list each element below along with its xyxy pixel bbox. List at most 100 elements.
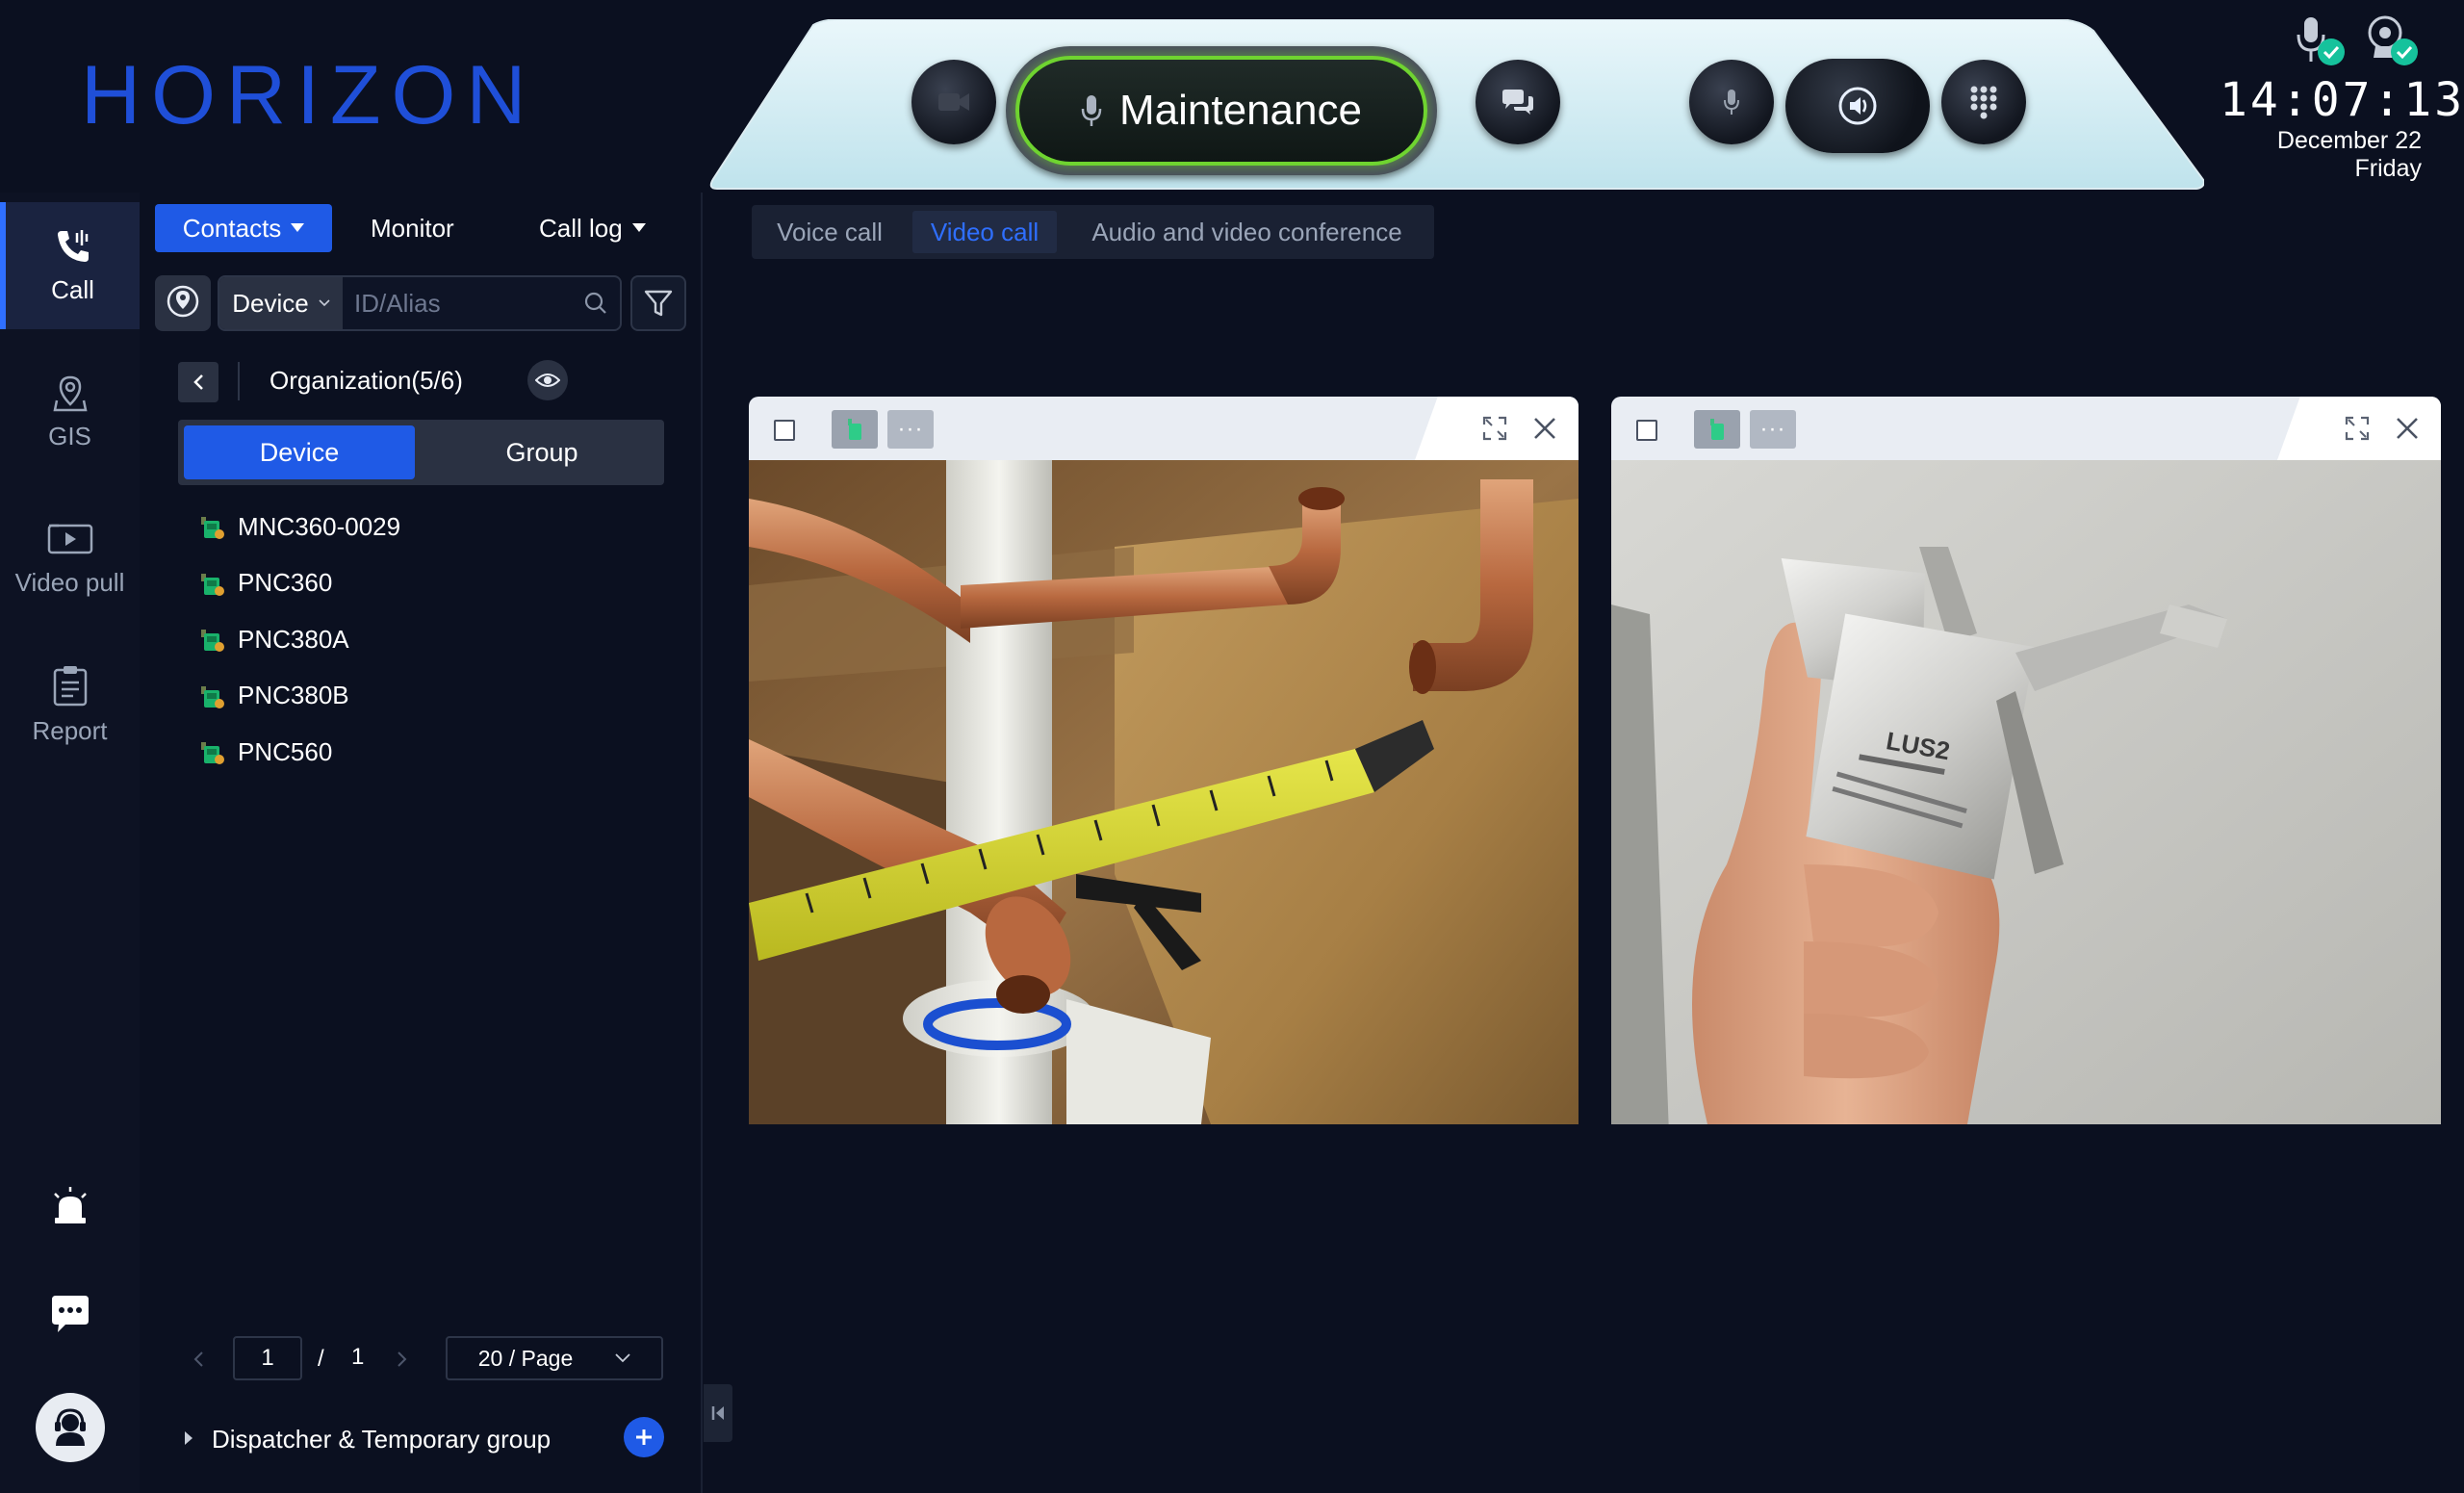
list-item[interactable]: PNC380A bbox=[199, 611, 661, 668]
page-separator: / bbox=[318, 1346, 324, 1372]
ptt-group-label: Maintenance bbox=[1119, 87, 1362, 134]
nav-label-gis: GIS bbox=[48, 421, 91, 450]
organization-label: Organization(5/6) bbox=[270, 366, 463, 395]
filter-button[interactable] bbox=[630, 275, 686, 331]
alarm-light-icon bbox=[54, 1187, 87, 1223]
close-icon[interactable] bbox=[1532, 416, 1557, 441]
chat-bubble-icon bbox=[52, 1296, 89, 1332]
eye-icon bbox=[535, 373, 560, 387]
tab-monitor[interactable]: Monitor bbox=[371, 204, 454, 252]
select-checkbox[interactable] bbox=[774, 420, 795, 441]
device-group-switch: Device Group bbox=[178, 420, 664, 485]
radio-device-icon bbox=[848, 419, 861, 440]
device-name: PNC380A bbox=[238, 624, 349, 654]
caret-right-icon bbox=[185, 1431, 192, 1445]
fullscreen-icon[interactable] bbox=[2345, 416, 2370, 441]
dialpad-button[interactable] bbox=[1941, 60, 2026, 144]
page-number-input[interactable] bbox=[233, 1336, 302, 1380]
filter-icon bbox=[644, 290, 673, 317]
tab-monitor-label: Monitor bbox=[371, 213, 454, 243]
device-badge[interactable] bbox=[1694, 410, 1740, 449]
device-name: MNC360-0029 bbox=[238, 511, 401, 541]
location-button[interactable] bbox=[155, 275, 211, 331]
page-size-value: 20 / Page bbox=[477, 1345, 574, 1371]
nav-item-report[interactable]: Report bbox=[0, 641, 140, 768]
device-badge[interactable] bbox=[832, 410, 878, 449]
chevron-left-icon bbox=[193, 1351, 203, 1367]
dialpad-icon bbox=[1970, 86, 1997, 119]
device-name: PNC360 bbox=[238, 568, 333, 598]
list-item[interactable]: PNC380B bbox=[199, 668, 661, 725]
add-group-button[interactable] bbox=[624, 1417, 664, 1457]
chevron-left-icon bbox=[193, 374, 203, 390]
close-icon[interactable] bbox=[2395, 416, 2420, 441]
ptt-inner: Maintenance bbox=[1015, 56, 1427, 166]
phone-wave-icon bbox=[57, 229, 89, 262]
list-item[interactable]: PNC560 bbox=[199, 724, 661, 781]
mic-toggle-button[interactable] bbox=[1689, 60, 1774, 144]
device-name: PNC560 bbox=[238, 736, 333, 766]
camera-icon bbox=[938, 93, 969, 111]
push-to-talk-button[interactable]: Maintenance bbox=[1006, 46, 1437, 175]
next-page-button[interactable] bbox=[397, 1346, 408, 1376]
tab-call-log[interactable]: Call log bbox=[539, 204, 646, 252]
map-pin-icon bbox=[52, 375, 88, 411]
camera-button[interactable] bbox=[911, 60, 996, 144]
radio-device-icon bbox=[201, 742, 224, 765]
speaker-toggle-button[interactable] bbox=[1785, 59, 1930, 153]
collapse-panel-handle[interactable] bbox=[704, 1384, 732, 1442]
video-window-1: ··· bbox=[749, 397, 1578, 1124]
fullscreen-icon[interactable] bbox=[1482, 416, 1507, 441]
segment-group[interactable]: Group bbox=[426, 425, 657, 479]
visibility-toggle[interactable] bbox=[527, 360, 568, 400]
collapse-left-icon bbox=[711, 1406, 724, 1420]
select-checkbox[interactable] bbox=[1636, 420, 1657, 441]
search-scope-select[interactable]: Device bbox=[219, 277, 343, 329]
back-button[interactable] bbox=[178, 362, 218, 402]
user-profile-button[interactable] bbox=[36, 1393, 105, 1462]
message-button[interactable] bbox=[1476, 60, 1560, 144]
chat-button[interactable] bbox=[38, 1283, 102, 1347]
nav-label-video-pull: Video pull bbox=[14, 567, 125, 597]
more-options-button[interactable]: ··· bbox=[1750, 410, 1796, 449]
tab-contacts-label: Contacts bbox=[182, 213, 282, 243]
left-nav: Call GIS Video pull Report bbox=[0, 193, 140, 1493]
search-input[interactable] bbox=[354, 277, 566, 329]
nav-item-video-pull[interactable]: Video pull bbox=[0, 495, 140, 622]
video-feed bbox=[749, 460, 1578, 1124]
nav-item-call[interactable]: Call bbox=[0, 202, 140, 329]
video-frame-bracket: LUS2 bbox=[1611, 460, 2441, 1124]
caret-down-icon bbox=[631, 223, 646, 232]
pagination: / 1 20 / Page bbox=[192, 1336, 693, 1380]
alarm-button[interactable] bbox=[38, 1174, 102, 1238]
dispatcher-group-row[interactable]: Dispatcher & Temporary group bbox=[183, 1415, 683, 1463]
dispatcher-label: Dispatcher & Temporary group bbox=[212, 1425, 552, 1454]
clock-time: 14:07:13 bbox=[2220, 73, 2464, 127]
headset-user-icon bbox=[55, 1408, 86, 1446]
list-item[interactable]: MNC360-0029 bbox=[199, 499, 661, 555]
tab-av-conference[interactable]: Audio and video conference bbox=[1062, 205, 1432, 259]
top-header: HORIZON Maintenance 14:07:13 December 22… bbox=[0, 0, 2464, 193]
tab-video-call[interactable]: Video call bbox=[912, 211, 1057, 253]
more-options-button[interactable]: ··· bbox=[887, 410, 934, 449]
chevron-down-icon bbox=[319, 299, 330, 307]
page-size-select[interactable]: 20 / Page bbox=[446, 1336, 663, 1380]
segment-device[interactable]: Device bbox=[184, 425, 415, 479]
tab-contacts[interactable]: Contacts bbox=[155, 204, 332, 252]
nav-item-gis[interactable]: GIS bbox=[0, 348, 140, 476]
divider bbox=[238, 362, 240, 400]
audio-connected-icon bbox=[2297, 17, 2345, 65]
video-frame-pipes bbox=[749, 460, 1578, 1124]
video-play-icon bbox=[47, 524, 92, 553]
clipboard-icon bbox=[53, 665, 87, 706]
list-item[interactable]: PNC360 bbox=[199, 555, 661, 612]
date-text: December 22 bbox=[2276, 127, 2422, 154]
organization-row: Organization(5/6) bbox=[178, 358, 679, 404]
tab-voice-call[interactable]: Voice call bbox=[752, 205, 908, 259]
prev-page-button[interactable] bbox=[192, 1346, 204, 1376]
radio-device-icon bbox=[201, 517, 224, 540]
search-icon[interactable] bbox=[583, 291, 608, 316]
control-console: Maintenance bbox=[707, 19, 2204, 191]
search-box: Device bbox=[218, 275, 622, 331]
plus-icon bbox=[636, 1429, 652, 1445]
